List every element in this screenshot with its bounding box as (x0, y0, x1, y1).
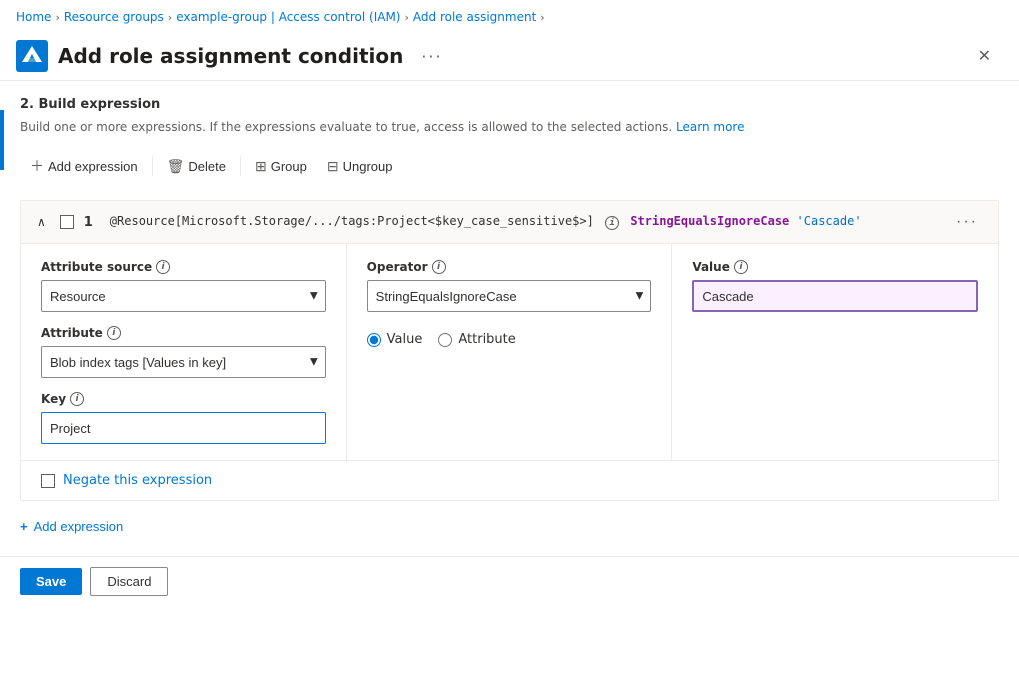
radio-value-text: Value (387, 332, 423, 347)
delete-button[interactable]: 🗑 Delete (157, 154, 236, 179)
attr-info[interactable]: i (107, 326, 121, 340)
add-expr-text: Add expression (34, 519, 124, 534)
attr-field-container: Attribute i Blob index tags [Values in k… (41, 326, 326, 378)
learn-more-link[interactable]: Learn more (676, 120, 744, 134)
radio-value[interactable] (367, 333, 381, 347)
collapse-button[interactable]: ∧ (33, 213, 50, 231)
panel-title: Add role assignment condition (58, 44, 403, 68)
breadcrumb-add-role[interactable]: Add role assignment (413, 10, 536, 24)
section-number: 2. (20, 97, 34, 112)
panel-header: Add role assignment condition ··· ✕ (0, 30, 1019, 81)
ungroup-label: Ungroup (343, 159, 393, 174)
key-input[interactable] (41, 412, 326, 444)
attr-source-label: Attribute source i (41, 260, 326, 274)
operator-label: Operator i (367, 260, 652, 274)
attr-label: Attribute i (41, 326, 326, 340)
section-title-text: Build expression (39, 97, 161, 112)
group-button[interactable]: ⊞ Group (245, 154, 317, 179)
expr-col-1: Attribute source i Resource Principal En… (21, 244, 347, 460)
formula-value: 'Cascade' (797, 214, 862, 228)
breadcrumb-sep-4: › (540, 11, 544, 24)
breadcrumb-home[interactable]: Home (16, 10, 51, 24)
breadcrumb-resource-groups[interactable]: Resource groups (64, 10, 164, 24)
section-title: 2. Build expression (20, 97, 999, 112)
breadcrumb-example-group[interactable]: example-group | Access control (IAM) (176, 10, 400, 24)
expr-col-3: Value i (672, 244, 998, 460)
value-label: Value i (692, 260, 978, 274)
expression-header: ∧ 1 @Resource[Microsoft.Storage/.../tags… (21, 201, 998, 244)
negate-section: Negate this expression (21, 460, 998, 500)
ungroup-icon: ⊟ (327, 158, 339, 175)
close-button[interactable]: ✕ (970, 42, 999, 70)
key-label: Key i (41, 392, 326, 406)
expression-formula: @Resource[Microsoft.Storage/.../tags:Pro… (110, 214, 938, 230)
info-circle-formula: i (605, 216, 619, 230)
value-type-radio-group: Value Attribute (367, 332, 652, 347)
breadcrumb: Home › Resource groups › example-group |… (0, 0, 1019, 30)
group-icon: ⊞ (255, 158, 267, 175)
add-expr-plus: + (20, 519, 28, 534)
ungroup-button[interactable]: ⊟ Ungroup (317, 154, 403, 179)
breadcrumb-sep-2: › (168, 11, 172, 24)
azure-icon (16, 40, 48, 72)
discard-button[interactable]: Discard (90, 567, 168, 596)
expression-toolbar: ＋ Add expression 🗑 Delete ⊞ Group ⊟ Ungr… (20, 148, 999, 184)
expr-col-2: Operator i StringEqualsIgnoreCase String… (347, 244, 673, 460)
negate-label[interactable]: Negate this expression (63, 473, 212, 488)
expression-checkbox[interactable] (60, 215, 74, 229)
attr-select[interactable]: Blob index tags [Values in key] Blob ind… (41, 346, 326, 378)
panel-content: 2. Build expression Build one or more ex… (0, 81, 1019, 556)
key-info[interactable]: i (70, 392, 84, 406)
attr-source-select-wrapper: Resource Principal Environment ▼ (41, 280, 326, 312)
panel-header-left: Add role assignment condition ··· (16, 40, 451, 72)
expression-block: ∧ 1 @Resource[Microsoft.Storage/.../tags… (20, 200, 999, 501)
radio-attribute[interactable] (438, 333, 452, 347)
toolbar-divider-2 (240, 156, 241, 176)
group-label: Group (271, 159, 307, 174)
operator-select-wrapper: StringEqualsIgnoreCase StringEquals Stri… (367, 280, 652, 312)
radio-value-label[interactable]: Value (367, 332, 423, 347)
expression-body: Attribute source i Resource Principal En… (21, 244, 998, 460)
delete-icon: 🗑 (167, 158, 185, 175)
add-expression-link[interactable]: + Add expression (20, 513, 123, 540)
operator-info[interactable]: i (432, 260, 446, 274)
panel-menu-icon[interactable]: ··· (413, 43, 450, 70)
delete-label: Delete (188, 159, 226, 174)
value-input[interactable] (692, 280, 978, 312)
value-info[interactable]: i (734, 260, 748, 274)
expression-more-button[interactable]: ··· (948, 211, 986, 233)
negate-checkbox[interactable] (41, 474, 55, 488)
attr-select-wrapper: Blob index tags [Values in key] Blob ind… (41, 346, 326, 378)
formula-resource: @Resource[Microsoft.Storage/.../tags:Pro… (110, 214, 594, 228)
breadcrumb-sep-3: › (404, 11, 408, 24)
radio-attribute-text: Attribute (458, 332, 515, 347)
toolbar-divider-1 (152, 156, 153, 176)
add-icon: ＋ (30, 156, 44, 176)
attr-source-info[interactable]: i (156, 260, 170, 274)
panel-footer: Save Discard (0, 556, 1019, 606)
operator-select[interactable]: StringEqualsIgnoreCase StringEquals Stri… (367, 280, 652, 312)
save-button[interactable]: Save (20, 568, 82, 595)
attr-source-select[interactable]: Resource Principal Environment (41, 280, 326, 312)
key-field-container: Key i (41, 392, 326, 444)
radio-attribute-label[interactable]: Attribute (438, 332, 515, 347)
breadcrumb-sep-1: › (55, 11, 59, 24)
add-expression-toolbar-button[interactable]: ＋ Add expression (20, 152, 148, 180)
add-expression-label: Add expression (48, 159, 138, 174)
formula-operator: StringEqualsIgnoreCase (630, 214, 789, 228)
expression-number: 1 (84, 215, 100, 230)
section-description: Build one or more expressions. If the ex… (20, 118, 999, 136)
